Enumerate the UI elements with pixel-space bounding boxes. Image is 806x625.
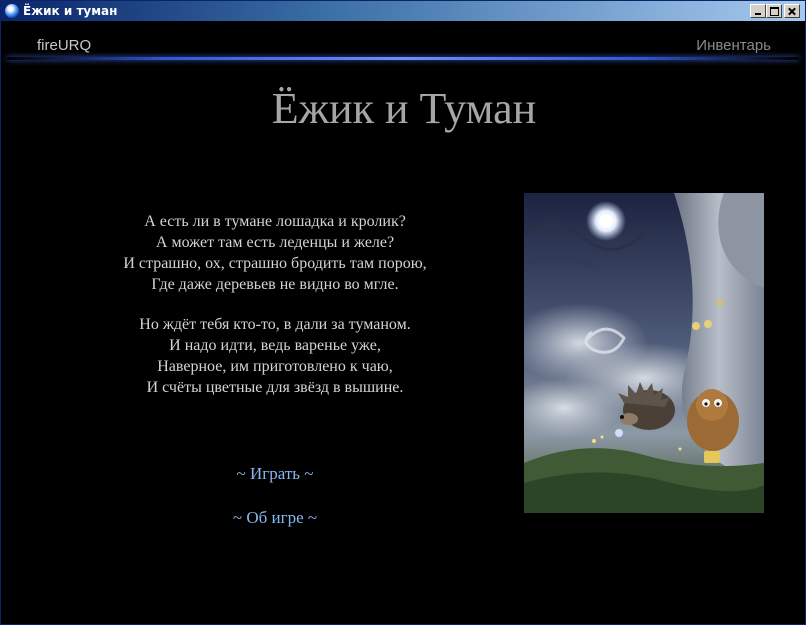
game-viewport: fireURQ Инвентарь Ёжик и Туман А есть ли… [1,21,805,624]
header-divider [7,57,799,60]
about-link[interactable]: ~ Об игре ~ [65,508,485,528]
poem-line: И счёты цветные для звёзд в вышине. [146,379,404,396]
hedgehog-in-fog-illustration [524,193,764,513]
title-bar[interactable]: Ёжик и туман [1,1,805,21]
poem-line: Где даже деревьев не видно во мгле. [151,276,399,293]
window-title: Ёжик и туман [23,4,118,18]
brand-label: fireURQ [37,37,92,54]
close-button[interactable] [784,4,800,18]
poem-line: И страшно, ох, страшно бродить там порою… [123,255,427,272]
minimize-button[interactable] [750,4,766,18]
poem-line: Но ждёт тебя кто-то, в дали за туманом. [139,316,411,333]
poem-line: А есть ли в тумане лошадка и кролик? [144,213,406,230]
poem-line: А может там есть леденцы и желе? [155,234,395,251]
stanza-gap [65,295,485,314]
fireurq-app-icon[interactable] [5,4,19,18]
inventory-button[interactable]: Инвентарь [696,37,771,54]
app-window: Ёжик и туман fireURQ Инвентарь Ёжик и Ту… [0,0,806,625]
poem-line: И надо идти, ведь варенье уже, [169,337,381,354]
poem-line: Наверное, им приготовлено к чаю, [157,358,393,375]
play-link[interactable]: ~ Играть ~ [65,464,485,484]
maximize-button[interactable] [766,4,782,18]
game-title: Ёжик и Туман [271,84,537,133]
poem-text: А есть ли в тумане лошадка и кролик? А м… [65,211,485,398]
